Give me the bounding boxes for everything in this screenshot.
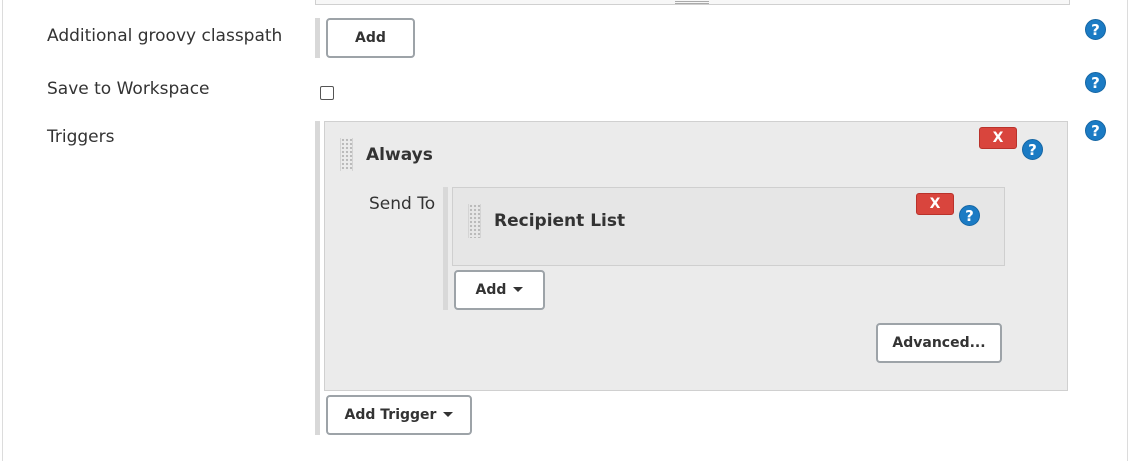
groovy-classpath-label: Additional groovy classpath xyxy=(47,26,283,46)
help-icon-triggers[interactable]: ? xyxy=(1085,120,1106,141)
delete-trigger-button[interactable]: X xyxy=(979,127,1017,149)
drag-handle-icon[interactable] xyxy=(340,138,353,171)
groovy-classpath-bar xyxy=(315,18,320,58)
recipient-list-title: Recipient List xyxy=(494,211,626,231)
send-to-bar xyxy=(443,187,448,310)
caret-down-icon xyxy=(443,411,454,417)
add-recipient-label: Add xyxy=(475,282,507,298)
save-to-workspace-checkbox[interactable] xyxy=(320,86,334,100)
drag-handle-icon[interactable] xyxy=(468,204,481,238)
save-to-workspace-label: Save to Workspace xyxy=(47,79,210,99)
add-classpath-button[interactable]: Add xyxy=(326,18,415,58)
resize-grip[interactable] xyxy=(675,1,709,4)
add-recipient-button[interactable]: Add xyxy=(454,270,545,310)
send-to-label: Send To xyxy=(369,194,436,214)
caret-down-icon xyxy=(513,286,524,292)
help-icon-recipient-list[interactable]: ? xyxy=(959,205,980,226)
advanced-button[interactable]: Advanced... xyxy=(876,323,1002,363)
triggers-label: Triggers xyxy=(47,127,115,147)
help-icon-groovy-classpath[interactable]: ? xyxy=(1085,19,1106,40)
add-trigger-label: Add Trigger xyxy=(344,407,437,423)
trigger-title: Always xyxy=(366,145,433,165)
delete-recipient-button[interactable]: X xyxy=(916,193,954,215)
triggers-bar xyxy=(315,121,320,435)
help-icon-save-to-workspace[interactable]: ? xyxy=(1085,72,1106,93)
help-icon-trigger[interactable]: ? xyxy=(1022,139,1043,160)
add-trigger-button[interactable]: Add Trigger xyxy=(326,395,472,435)
